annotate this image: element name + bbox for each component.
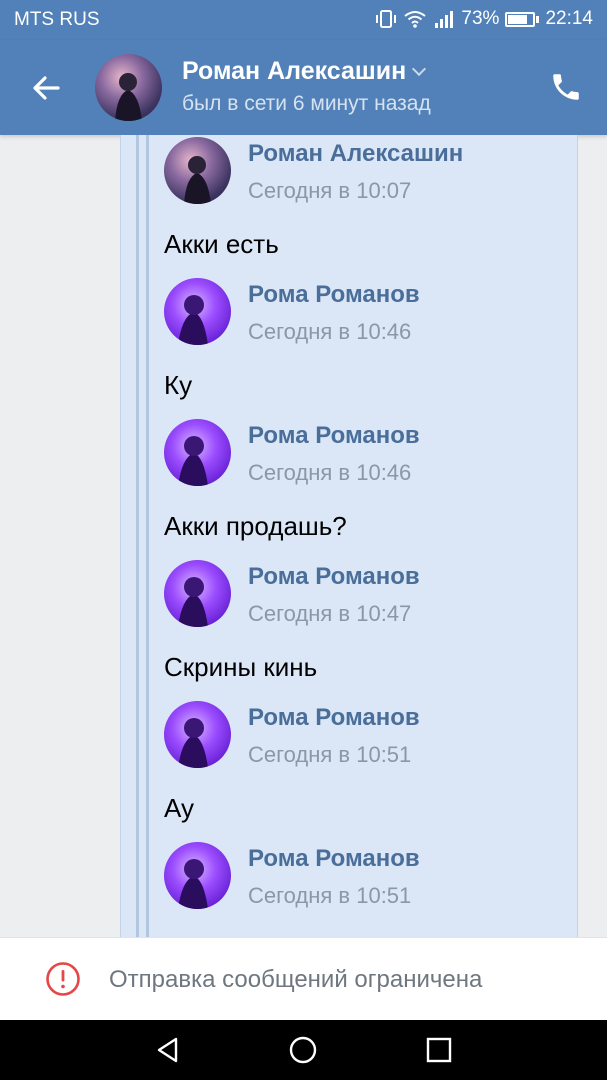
message-time: Сегодня в 10:07 [248,178,412,203]
author-name[interactable]: Рома Романов [248,422,420,450]
triangle-back-icon[interactable] [152,1034,184,1066]
message-time: Сегодня в 10:51 [248,883,412,908]
restriction-message: Отправка сообщений ограничена [109,966,483,993]
forward-indicator-line [136,135,139,937]
message-time: Сегодня в 10:46 [248,319,412,344]
avatar-image [115,73,142,121]
message-time: Сегодня в 10:47 [248,601,412,626]
chat-title[interactable]: Роман Алексашин [182,57,427,86]
avatar[interactable] [164,278,231,345]
battery-percent: 73% [461,8,500,29]
wifi-icon [404,11,427,28]
author-name[interactable]: Рома Романов [248,704,420,732]
last-seen-status: был в сети 6 минут назад [182,92,431,115]
status-bar: MTS RUS 73% 22:14 [0,0,607,40]
battery-icon [505,11,536,27]
avatar[interactable] [164,842,231,909]
avatar[interactable] [164,419,231,486]
message-time: Сегодня в 10:46 [248,460,412,485]
message-text: Акки продашь? [164,511,347,541]
author-name[interactable]: Рома Романов [248,281,420,309]
message-text: Скрины кинь [164,652,318,682]
author-name[interactable]: Рома Романов [248,845,420,873]
circle-home-icon[interactable] [287,1034,319,1066]
message-text: Акки есть [164,229,279,259]
author-name[interactable]: Рома Романов [248,563,420,591]
forward-indicator-line [146,135,149,937]
system-nav-bar [0,1020,607,1080]
avatar[interactable] [95,54,162,121]
arrow-left-icon[interactable] [28,70,64,106]
chevron-down-icon [412,61,427,76]
exclamation-circle-icon [46,962,80,996]
avatar[interactable] [164,560,231,627]
signal-icon [435,11,454,28]
avatar[interactable] [164,137,231,204]
square-recent-icon[interactable] [423,1034,455,1066]
vibrate-icon [376,10,397,28]
messaging-restricted-bar: Отправка сообщений ограничена [0,937,607,1020]
status-icons: 73% 22:14 [375,8,593,30]
message-text: Ау [164,793,195,823]
phone-icon[interactable] [549,70,583,104]
chat-header: Роман Алексашин был в сети 6 минут назад [0,40,607,135]
chat-history[interactable]: Роман Алексашин Сегодня в 10:07 Акки ест… [0,135,607,937]
avatar[interactable] [164,701,231,768]
clock: 22:14 [545,8,593,29]
message-text: Ку [164,370,193,400]
message-time: Сегодня в 10:51 [248,742,412,767]
contact-name: Роман Алексашин [182,57,407,85]
carrier-name: MTS RUS [14,9,100,30]
author-name[interactable]: Роман Алексашин [248,140,463,168]
